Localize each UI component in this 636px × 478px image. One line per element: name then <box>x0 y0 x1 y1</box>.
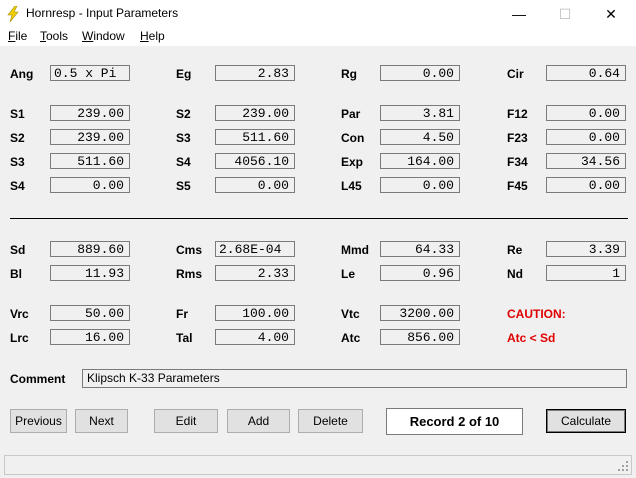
s2-label-a: S2 <box>10 131 25 145</box>
rms-label: Rms <box>176 267 203 281</box>
f23-field[interactable]: 0.00 <box>546 129 626 145</box>
eg-label: Eg <box>176 67 192 81</box>
mmd-label: Mmd <box>341 243 369 257</box>
f34-label: F34 <box>507 155 528 169</box>
par-label: Par <box>341 107 361 121</box>
tal-field[interactable]: 4.00 <box>215 329 295 345</box>
le-label: Le <box>341 267 356 281</box>
menu-file[interactable]: File <box>8 29 27 43</box>
par-field[interactable]: 3.81 <box>380 105 460 121</box>
calculate-button[interactable]: Calculate <box>546 409 626 433</box>
exp-label: Exp <box>341 155 364 169</box>
lrc-label: Lrc <box>10 331 29 345</box>
delete-button[interactable]: Delete <box>298 409 363 433</box>
le-field[interactable]: 0.96 <box>380 265 460 281</box>
l45-field[interactable]: 0.00 <box>380 177 460 193</box>
f12-field[interactable]: 0.00 <box>546 105 626 121</box>
s1-field[interactable]: 239.00 <box>50 105 130 121</box>
s2-label-b: S2 <box>176 107 191 121</box>
s3-label-b: S3 <box>176 131 191 145</box>
lightning-icon <box>7 6 19 22</box>
previous-button[interactable]: Previous <box>10 409 67 433</box>
caution-message: Atc < Sd <box>507 331 556 345</box>
comment-label: Comment <box>10 372 66 386</box>
vtc-field[interactable]: 3200.00 <box>380 305 460 321</box>
f45-label: F45 <box>507 179 528 193</box>
sd-field[interactable]: 889.60 <box>50 241 130 257</box>
lrc-field[interactable]: 16.00 <box>50 329 130 345</box>
re-field[interactable]: 3.39 <box>546 241 626 257</box>
bl-label: Bl <box>10 267 22 281</box>
menu-help[interactable]: Help <box>140 29 165 43</box>
close-button[interactable]: ✕ <box>588 0 634 28</box>
atc-field[interactable]: 856.00 <box>380 329 460 345</box>
ang-label: Ang <box>10 67 34 81</box>
con-field[interactable]: 4.50 <box>380 129 460 145</box>
resize-grip-icon[interactable] <box>617 460 629 472</box>
menu-tools[interactable]: Tools <box>40 29 68 43</box>
minimize-icon: — <box>512 6 526 22</box>
s4-field-b[interactable]: 4056.10 <box>215 153 295 169</box>
s1-label: S1 <box>10 107 25 121</box>
status-bar <box>4 455 632 475</box>
rg-label: Rg <box>341 67 357 81</box>
f34-field[interactable]: 34.56 <box>546 153 626 169</box>
s3-field-a[interactable]: 511.60 <box>50 153 130 169</box>
cms-label: Cms <box>176 243 203 257</box>
l45-label: L45 <box>341 179 362 193</box>
f12-label: F12 <box>507 107 528 121</box>
s4-label-a: S4 <box>10 179 25 193</box>
menu-window[interactable]: Window <box>82 29 125 43</box>
s3-label-a: S3 <box>10 155 25 169</box>
nd-label: Nd <box>507 267 523 281</box>
rg-field[interactable]: 0.00 <box>380 65 460 81</box>
section-divider <box>10 218 628 219</box>
fr-label: Fr <box>176 307 188 321</box>
caution-title: CAUTION: <box>507 307 566 321</box>
add-button[interactable]: Add <box>227 409 290 433</box>
vrc-label: Vrc <box>10 307 29 321</box>
s4-field-a[interactable]: 0.00 <box>50 177 130 193</box>
title-bar: Hornresp - Input Parameters — ☐ ✕ <box>0 0 636 28</box>
next-button[interactable]: Next <box>75 409 128 433</box>
vtc-label: Vtc <box>341 307 360 321</box>
mmd-field[interactable]: 64.33 <box>380 241 460 257</box>
fr-field[interactable]: 100.00 <box>215 305 295 321</box>
rms-field[interactable]: 2.33 <box>215 265 295 281</box>
exp-field[interactable]: 164.00 <box>380 153 460 169</box>
cms-field[interactable]: 2.68E-04 <box>215 241 295 257</box>
menu-bar: File Tools Window Help <box>0 28 636 46</box>
con-label: Con <box>341 131 365 145</box>
minimize-button[interactable]: — <box>496 0 542 28</box>
tal-label: Tal <box>176 331 193 345</box>
f23-label: F23 <box>507 131 528 145</box>
s4-label-b: S4 <box>176 155 191 169</box>
comment-field[interactable]: Klipsch K-33 Parameters <box>82 369 627 388</box>
window-title: Hornresp - Input Parameters <box>26 6 179 20</box>
sd-label: Sd <box>10 243 26 257</box>
s5-field[interactable]: 0.00 <box>215 177 295 193</box>
cir-field[interactable]: 0.64 <box>546 65 626 81</box>
atc-label: Atc <box>341 331 361 345</box>
s5-label: S5 <box>176 179 191 193</box>
vrc-field[interactable]: 50.00 <box>50 305 130 321</box>
re-label: Re <box>507 243 523 257</box>
record-indicator: Record 2 of 10 <box>386 408 523 435</box>
bl-field[interactable]: 11.93 <box>50 265 130 281</box>
f45-field[interactable]: 0.00 <box>546 177 626 193</box>
s2-field-a[interactable]: 239.00 <box>50 129 130 145</box>
maximize-button: ☐ <box>542 0 588 28</box>
maximize-icon: ☐ <box>558 5 572 22</box>
eg-field[interactable]: 2.83 <box>215 65 295 81</box>
s3-field-b[interactable]: 511.60 <box>215 129 295 145</box>
s2-field-b[interactable]: 239.00 <box>215 105 295 121</box>
cir-label: Cir <box>507 67 524 81</box>
ang-field[interactable]: 0.5 x Pi <box>50 65 130 81</box>
edit-button[interactable]: Edit <box>154 409 218 433</box>
nd-field[interactable]: 1 <box>546 265 626 281</box>
close-icon: ✕ <box>605 5 617 22</box>
